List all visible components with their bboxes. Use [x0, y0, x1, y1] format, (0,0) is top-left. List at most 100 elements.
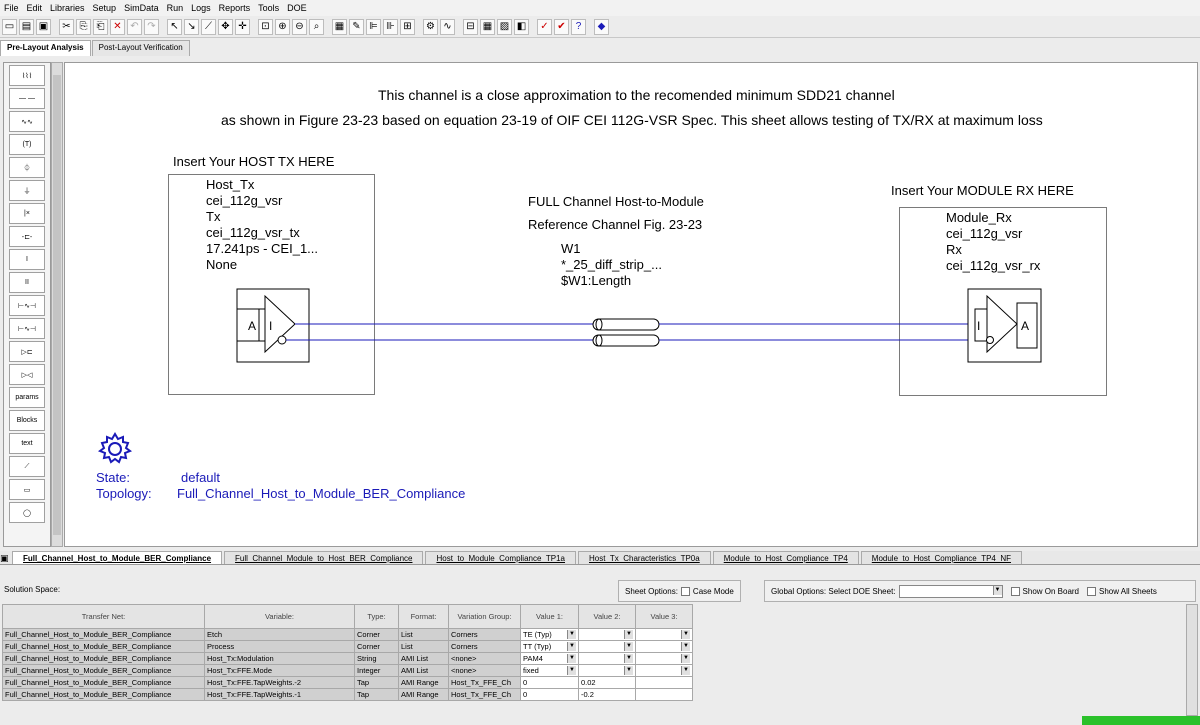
- tab-post-layout-verification[interactable]: Post-Layout Verification: [91, 40, 190, 56]
- cell-value-2[interactable]: 0.02: [578, 676, 636, 689]
- cell-value-3[interactable]: ▼: [635, 664, 693, 677]
- table-icon[interactable]: ▦: [480, 18, 495, 35]
- table-row[interactable]: Full_Channel_Host_to_Module_BER_Complian…: [2, 640, 693, 653]
- save-icon[interactable]: ▣: [36, 18, 51, 35]
- redo-icon[interactable]: ↷: [144, 18, 159, 35]
- cell-value-2[interactable]: ▼: [578, 652, 636, 665]
- zoom-fit-icon[interactable]: ⊡: [258, 18, 273, 35]
- copy-icon[interactable]: ⎘: [76, 18, 91, 35]
- check-all-icon[interactable]: ✔: [554, 18, 569, 35]
- layout-icon[interactable]: ◧: [514, 18, 529, 35]
- schematic-canvas[interactable]: This channel is a close approximation to…: [64, 62, 1198, 547]
- sparam-icon[interactable]: ⊢∿⊣: [9, 295, 45, 316]
- zoom-area-icon[interactable]: ⌕: [309, 18, 324, 35]
- menu-simdata[interactable]: SimData: [120, 3, 163, 13]
- cell-value-2[interactable]: -0.2: [578, 688, 636, 701]
- menu-doe[interactable]: DOE: [283, 3, 311, 13]
- check-icon[interactable]: ✓: [537, 18, 552, 35]
- cell-value-3[interactable]: ▼: [635, 628, 693, 641]
- chevron-down-icon[interactable]: ▼: [681, 654, 690, 663]
- waveform-icon[interactable]: ∿: [440, 18, 455, 35]
- cell-value-3[interactable]: [635, 676, 693, 689]
- cell-value-2[interactable]: ▼: [578, 664, 636, 677]
- new-icon[interactable]: ▭: [2, 18, 17, 35]
- info-icon[interactable]: ◆: [594, 18, 609, 35]
- case-mode-checkbox[interactable]: [680, 586, 690, 596]
- cell-value-3[interactable]: [635, 688, 693, 701]
- cell-value-3[interactable]: ▼: [635, 640, 693, 653]
- pan-icon[interactable]: ✛: [235, 18, 250, 35]
- sheet-tab-tp0a[interactable]: Host_Tx_Characteristics_TP0a: [578, 551, 711, 564]
- cell-value-1[interactable]: 0: [520, 688, 579, 701]
- buffer-icon[interactable]: ▷◁: [9, 364, 45, 385]
- coupled-via-icon[interactable]: II: [9, 272, 45, 293]
- table-scrollbar[interactable]: [1186, 604, 1198, 716]
- chevron-down-icon[interactable]: ▼: [681, 642, 690, 651]
- chevron-down-icon[interactable]: ▼: [992, 585, 1002, 595]
- table-row[interactable]: Full_Channel_Host_to_Module_BER_Complian…: [2, 676, 693, 689]
- menu-run[interactable]: Run: [163, 3, 188, 13]
- sheet-tab-tp4-nf[interactable]: Module_to_Host_Compliance_TP4_NF: [860, 551, 1022, 564]
- table-row[interactable]: Full_Channel_Host_to_Module_BER_Complian…: [2, 652, 693, 665]
- doe-sheet-select[interactable]: ▼: [898, 584, 1003, 598]
- cell-value-1[interactable]: 0: [520, 676, 579, 689]
- inductor-icon[interactable]: ∿∿: [9, 111, 45, 132]
- text-tool-icon[interactable]: text: [9, 433, 45, 454]
- col-variable[interactable]: Variable:: [204, 604, 355, 629]
- select-icon[interactable]: ↖: [167, 18, 182, 35]
- menu-libraries[interactable]: Libraries: [46, 3, 89, 13]
- scrollbar-thumb[interactable]: [53, 75, 61, 535]
- table-row[interactable]: Full_Channel_Host_to_Module_BER_Complian…: [2, 664, 693, 677]
- zoom-out-icon[interactable]: ⊖: [292, 18, 307, 35]
- menu-setup[interactable]: Setup: [89, 3, 121, 13]
- chevron-down-icon[interactable]: ▼: [624, 666, 633, 675]
- ground-icon[interactable]: ⏚: [9, 180, 45, 201]
- paste-icon[interactable]: ⎗: [93, 18, 108, 35]
- undo-icon[interactable]: ↶: [127, 18, 142, 35]
- help-icon[interactable]: ?: [571, 18, 586, 35]
- cell-value-1[interactable]: TE (Typ) ▼: [520, 628, 579, 641]
- table-row[interactable]: Full_Channel_Host_to_Module_BER_Complian…: [2, 628, 693, 641]
- source-icon[interactable]: ⏀: [9, 157, 45, 178]
- menu-reports[interactable]: Reports: [215, 3, 255, 13]
- simulate-icon[interactable]: ⚙: [423, 18, 438, 35]
- transmission-line-symbol[interactable]: [592, 318, 660, 347]
- col-variation-group[interactable]: Variation Group:: [448, 604, 521, 629]
- open-icon[interactable]: ▤: [19, 18, 34, 35]
- driver-icon[interactable]: ▷⊏: [9, 341, 45, 362]
- sweep-icon[interactable]: ⊟: [463, 18, 478, 35]
- menu-file[interactable]: File: [0, 3, 23, 13]
- menu-tools[interactable]: Tools: [254, 3, 283, 13]
- rect-tool-icon[interactable]: ▭: [9, 479, 45, 500]
- chevron-down-icon[interactable]: ▼: [681, 666, 690, 675]
- col-format[interactable]: Format:: [398, 604, 449, 629]
- wire-icon[interactable]: ↘: [184, 18, 199, 35]
- cell-value-1[interactable]: fixed ▼: [520, 664, 579, 677]
- chevron-down-icon[interactable]: ▼: [681, 630, 690, 639]
- delete-icon[interactable]: ✕: [110, 18, 125, 35]
- col-value-3[interactable]: Value 3:: [635, 604, 693, 629]
- show-all-sheets-checkbox[interactable]: [1087, 586, 1097, 596]
- zoom-in-icon[interactable]: ⊕: [275, 18, 290, 35]
- cell-value-2[interactable]: ▼: [578, 628, 636, 641]
- gear-icon[interactable]: [95, 429, 135, 469]
- col-type[interactable]: Type:: [354, 604, 399, 629]
- chevron-down-icon[interactable]: ▼: [567, 630, 576, 639]
- chevron-down-icon[interactable]: ▼: [624, 630, 633, 639]
- cell-value-3[interactable]: ▼: [635, 652, 693, 665]
- chevron-down-icon[interactable]: ▼: [567, 666, 576, 675]
- distribute-icon[interactable]: ⊞: [400, 18, 415, 35]
- blocks-icon[interactable]: Blocks: [9, 410, 45, 431]
- mark-icon[interactable]: ▦: [332, 18, 347, 35]
- cut-icon[interactable]: ✂: [59, 18, 74, 35]
- chevron-down-icon[interactable]: ▼: [567, 654, 576, 663]
- table-row[interactable]: Full_Channel_Host_to_Module_BER_Complian…: [2, 688, 693, 701]
- sheet-tab-module-to-host-ber[interactable]: Full_Channel_Module_to_Host_BER_Complian…: [224, 551, 424, 564]
- line-tool-icon[interactable]: ⟋: [9, 456, 45, 477]
- terminator-icon[interactable]: (T): [9, 134, 45, 155]
- align-left-icon[interactable]: ⊫: [366, 18, 381, 35]
- sheet-tab-tp4[interactable]: Module_to_Host_Compliance_TP4: [712, 551, 859, 564]
- menu-logs[interactable]: Logs: [187, 3, 215, 13]
- connector-icon[interactable]: -⊏-: [9, 226, 45, 247]
- edit-icon[interactable]: ✎: [349, 18, 364, 35]
